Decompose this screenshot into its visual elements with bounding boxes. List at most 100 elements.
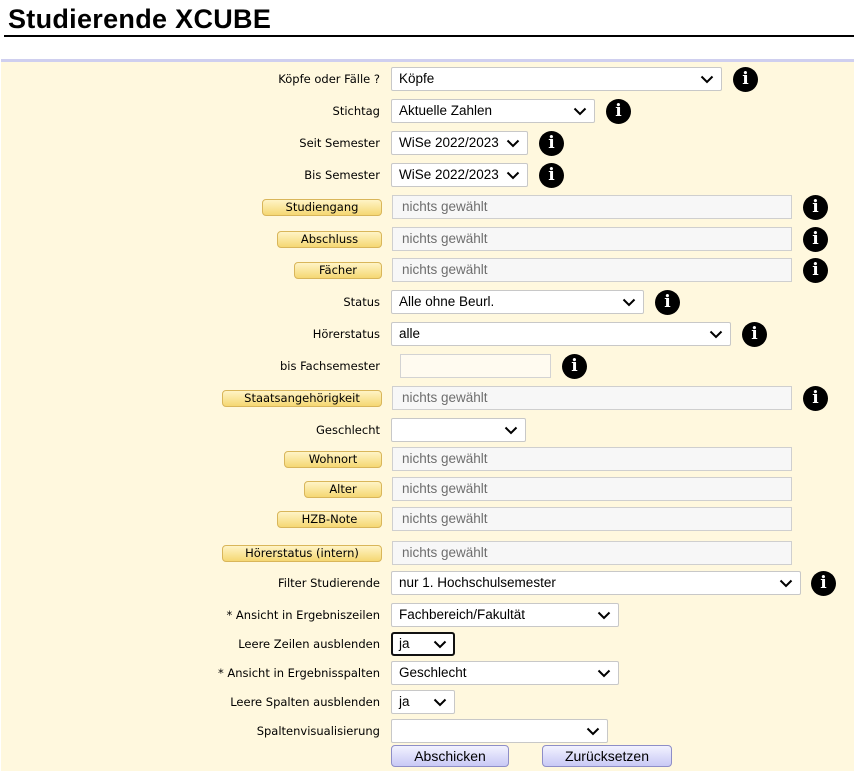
chevron-down-icon bbox=[586, 727, 600, 736]
seit-semester-value: WiSe 2022/2023 bbox=[399, 135, 499, 150]
spaltenvis-select[interactable] bbox=[391, 719, 608, 743]
leere-spalten-value: ja bbox=[399, 694, 410, 709]
row-leere-zeilen: Leere Zeilen ausblenden ja bbox=[1, 632, 854, 656]
koepfe-label: Köpfe oder Fälle ? bbox=[278, 72, 380, 86]
chevron-down-icon bbox=[506, 171, 520, 180]
status-value: Alle ohne Beurl. bbox=[399, 294, 495, 309]
chevron-down-icon bbox=[709, 330, 723, 339]
hoererstatus-label: Hörerstatus bbox=[312, 327, 380, 341]
stichtag-label: Stichtag bbox=[332, 104, 380, 118]
koepfe-select[interactable]: Köpfe bbox=[391, 67, 722, 91]
info-icon[interactable]: i bbox=[562, 354, 587, 379]
chevron-down-icon bbox=[504, 426, 518, 435]
row-filter: Filter Studierende nur 1. Hochschulsemes… bbox=[1, 571, 854, 596]
bis-semester-value: WiSe 2022/2023 bbox=[399, 167, 499, 182]
row-faecher: Fächer nichts gewählt i bbox=[1, 258, 854, 283]
faecher-button[interactable]: Fächer bbox=[294, 262, 382, 279]
info-icon[interactable]: i bbox=[803, 386, 828, 411]
leere-zeilen-label: Leere Zeilen ausblenden bbox=[238, 637, 380, 651]
studiengang-button[interactable]: Studiengang bbox=[262, 199, 382, 216]
studiengang-field[interactable]: nichts gewählt bbox=[392, 195, 792, 219]
info-icon[interactable]: i bbox=[606, 99, 631, 124]
reset-button[interactable]: Zurücksetzen bbox=[542, 745, 672, 767]
row-hoererstatus: Hörerstatus alle i bbox=[1, 322, 854, 347]
alter-button[interactable]: Alter bbox=[304, 481, 382, 498]
row-geschlecht: Geschlecht bbox=[1, 418, 854, 442]
faecher-field[interactable]: nichts gewählt bbox=[392, 258, 792, 282]
page-title: Studierende XCUBE bbox=[8, 4, 272, 34]
spalten-select[interactable]: Geschlecht bbox=[391, 661, 619, 685]
geschlecht-select[interactable] bbox=[391, 418, 526, 442]
row-stichtag: Stichtag Aktuelle Zahlen i bbox=[1, 99, 854, 124]
status-label: Status bbox=[343, 295, 380, 309]
wohnort-button[interactable]: Wohnort bbox=[284, 451, 382, 468]
geschlecht-label: Geschlecht bbox=[316, 423, 380, 437]
row-status: Status Alle ohne Beurl. i bbox=[1, 290, 854, 315]
status-select[interactable]: Alle ohne Beurl. bbox=[391, 290, 644, 314]
filter-value: nur 1. Hochschulsemester bbox=[399, 575, 556, 590]
leere-zeilen-select[interactable]: ja bbox=[391, 632, 455, 656]
info-icon[interactable]: i bbox=[655, 290, 680, 315]
staatsangehoerigkeit-button[interactable]: Staatsangehörigkeit bbox=[222, 390, 382, 407]
info-icon[interactable]: i bbox=[742, 322, 767, 347]
alter-field[interactable]: nichts gewählt bbox=[392, 477, 792, 501]
hzb-note-field[interactable]: nichts gewählt bbox=[392, 507, 792, 531]
hoererstatus-select[interactable]: alle bbox=[391, 322, 731, 346]
spalten-label: * Ansicht in Ergebnisspalten bbox=[217, 666, 380, 680]
row-alter: Alter nichts gewählt bbox=[1, 477, 854, 501]
chevron-down-icon bbox=[433, 698, 447, 707]
row-bis-fachsemester: bis Fachsemester i bbox=[1, 354, 854, 379]
leere-spalten-select[interactable]: ja bbox=[391, 690, 455, 714]
bis-semester-select[interactable]: WiSe 2022/2023 bbox=[391, 163, 528, 187]
abschluss-field[interactable]: nichts gewählt bbox=[392, 227, 792, 251]
row-bis-semester: Bis Semester WiSe 2022/2023 i bbox=[1, 163, 854, 188]
chevron-down-icon bbox=[779, 579, 793, 588]
stichtag-select[interactable]: Aktuelle Zahlen bbox=[391, 99, 595, 123]
bis-fachsemester-label: bis Fachsemester bbox=[279, 359, 380, 373]
row-spalten: * Ansicht in Ergebnisspalten Geschlecht bbox=[1, 661, 854, 685]
row-studiengang: Studiengang nichts gewählt i bbox=[1, 195, 854, 220]
info-icon[interactable]: i bbox=[803, 227, 828, 252]
hoererstatus-value: alle bbox=[399, 326, 421, 341]
koepfe-value: Köpfe bbox=[399, 71, 435, 86]
zeilen-select[interactable]: Fachbereich/Fakultät bbox=[391, 603, 619, 627]
info-icon[interactable]: i bbox=[811, 571, 836, 596]
filter-label: Filter Studierende bbox=[277, 576, 380, 590]
info-icon[interactable]: i bbox=[803, 258, 828, 283]
info-icon[interactable]: i bbox=[733, 67, 758, 92]
leere-zeilen-value: ja bbox=[399, 636, 410, 651]
row-hoererstatus-intern: Hörerstatus (intern) nichts gewählt bbox=[1, 541, 854, 565]
row-koepfe: Köpfe oder Fälle ? Köpfe i bbox=[1, 67, 854, 92]
bis-fachsemester-input[interactable] bbox=[400, 354, 551, 378]
staatsangehoerigkeit-field[interactable]: nichts gewählt bbox=[392, 386, 792, 410]
filter-select[interactable]: nur 1. Hochschulsemester bbox=[391, 571, 801, 595]
row-staatsangehoerigkeit: Staatsangehörigkeit nichts gewählt i bbox=[1, 386, 854, 411]
abschluss-button[interactable]: Abschluss bbox=[277, 231, 382, 248]
row-abschluss: Abschluss nichts gewählt i bbox=[1, 227, 854, 252]
chevron-down-icon bbox=[597, 669, 611, 678]
chevron-down-icon bbox=[433, 640, 447, 649]
row-spaltenvis: Spaltenvisualisierung bbox=[1, 719, 854, 743]
title-divider bbox=[4, 35, 854, 37]
chevron-down-icon bbox=[622, 298, 636, 307]
submit-button[interactable]: Abschicken bbox=[391, 745, 509, 767]
hoererstatus-intern-button[interactable]: Hörerstatus (intern) bbox=[222, 545, 382, 562]
spalten-value: Geschlecht bbox=[399, 665, 467, 680]
row-zeilen: * Ansicht in Ergebniszeilen Fachbereich/… bbox=[1, 603, 854, 627]
row-wohnort: Wohnort nichts gewählt bbox=[1, 447, 854, 471]
info-icon[interactable]: i bbox=[539, 131, 564, 156]
zeilen-value: Fachbereich/Fakultät bbox=[399, 607, 526, 622]
row-leere-spalten: Leere Spalten ausblenden ja bbox=[1, 690, 854, 714]
chevron-down-icon bbox=[700, 75, 714, 84]
hoererstatus-intern-field[interactable]: nichts gewählt bbox=[392, 541, 792, 565]
row-seit-semester: Seit Semester WiSe 2022/2023 i bbox=[1, 131, 854, 156]
wohnort-field[interactable]: nichts gewählt bbox=[392, 447, 792, 471]
zeilen-label: * Ansicht in Ergebniszeilen bbox=[226, 608, 380, 622]
bis-semester-label: Bis Semester bbox=[304, 168, 380, 182]
info-icon[interactable]: i bbox=[803, 195, 828, 220]
info-icon[interactable]: i bbox=[539, 163, 564, 188]
row-hzb-note: HZB-Note nichts gewählt bbox=[1, 507, 854, 531]
hzb-note-button[interactable]: HZB-Note bbox=[277, 511, 382, 528]
seit-semester-select[interactable]: WiSe 2022/2023 bbox=[391, 131, 528, 155]
seit-semester-label: Seit Semester bbox=[299, 136, 380, 150]
